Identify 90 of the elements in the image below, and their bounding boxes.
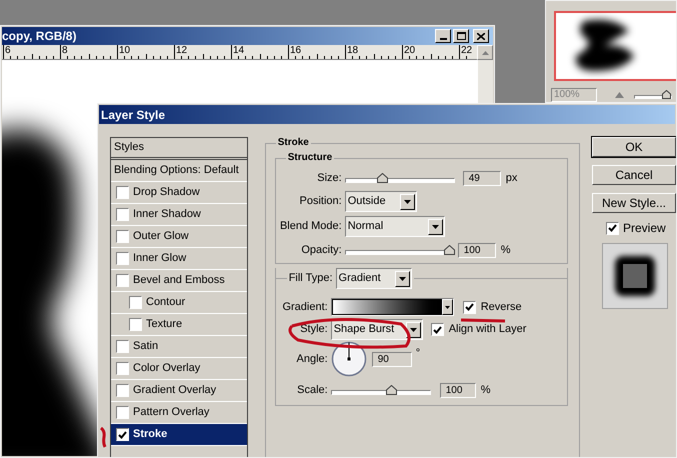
slider[interactable] <box>330 384 431 396</box>
field-label: Size: <box>316 170 343 186</box>
number-field[interactable]: 100 <box>440 382 476 398</box>
unit-label: % <box>500 242 510 258</box>
unit-label: px <box>506 170 518 186</box>
maximize-button[interactable] <box>453 29 469 43</box>
close-button[interactable] <box>473 29 489 43</box>
style-list-item[interactable]: Contour <box>111 292 247 314</box>
field-label: Gradient: <box>281 300 329 315</box>
window-title: copy, RGB/8) <box>2 28 76 45</box>
slider[interactable] <box>344 172 455 184</box>
checkbox-label: Reverse <box>480 300 522 315</box>
style-list-item[interactable]: Color Overlay <box>111 358 247 380</box>
field-label: Position: <box>298 194 343 210</box>
ruler-number: 14 <box>233 45 244 56</box>
ruler-number: 18 <box>347 45 358 56</box>
field-label: Scale: <box>296 382 329 398</box>
style-list-item[interactable]: Bevel and Emboss <box>111 270 247 292</box>
unit-label: ° <box>416 346 420 361</box>
number-field[interactable]: 90 <box>372 352 412 366</box>
checkbox-label: Align with Layer <box>448 322 526 338</box>
dropdown-arrow-icon <box>404 200 411 204</box>
checkbox[interactable] <box>430 323 444 336</box>
field-label: Angle: <box>296 352 329 367</box>
number-field[interactable]: 49 <box>462 170 501 186</box>
ruler-number: 12 <box>176 45 188 56</box>
dropdown-arrow-icon <box>444 306 450 308</box>
checkbox[interactable] <box>129 318 142 331</box>
dialog-button[interactable]: Cancel <box>592 165 676 185</box>
checkbox[interactable] <box>116 340 129 353</box>
dropdown[interactable]: Outside <box>344 191 417 212</box>
field-label: Blend Mode: <box>278 219 343 234</box>
dropdown-arrow-icon <box>432 224 439 228</box>
checkbox-label: Preview <box>623 220 666 237</box>
ruler-number: 8 <box>62 45 68 56</box>
style-list-item[interactable]: Stroke <box>111 424 247 446</box>
gradient-picker[interactable] <box>330 298 454 316</box>
slider[interactable] <box>344 244 455 256</box>
checkbox[interactable] <box>606 222 619 234</box>
checkbox[interactable] <box>116 186 129 199</box>
dropdown[interactable]: Gradient <box>336 268 412 289</box>
close-icon <box>477 32 485 40</box>
checkbox[interactable] <box>116 406 129 419</box>
angle-dial[interactable] <box>330 341 367 377</box>
unit-label: % <box>480 382 490 398</box>
style-list-item[interactable]: Inner Shadow <box>111 204 247 226</box>
dialog-title: Layer Style <box>100 106 166 124</box>
zoom-out-icon[interactable] <box>615 92 624 98</box>
dropdown-arrow-icon <box>398 276 406 280</box>
style-list-item[interactable]: Texture <box>111 314 247 336</box>
scroll-up-button[interactable] <box>477 45 493 60</box>
style-list-item[interactable]: Satin <box>111 336 247 358</box>
checkbox[interactable] <box>116 252 129 265</box>
annotation-underline <box>460 318 506 323</box>
field-label: Opacity: <box>300 242 343 258</box>
style-list-item[interactable]: Gradient Overlay <box>111 380 247 402</box>
slider-thumb[interactable] <box>377 172 388 182</box>
annotation-bracket <box>99 427 107 448</box>
dropdown[interactable]: Normal <box>344 216 445 237</box>
dialog-button[interactable]: New Style... <box>592 193 676 213</box>
checkbox[interactable] <box>116 230 129 243</box>
field-label: Style: <box>299 322 329 338</box>
slider-thumb[interactable] <box>662 90 671 99</box>
ruler-number: 10 <box>119 45 130 56</box>
style-list-item[interactable]: Inner Glow <box>111 248 247 270</box>
dialog-button[interactable]: OK <box>592 137 676 157</box>
minimize-button[interactable] <box>435 29 451 43</box>
zoom-slider[interactable] <box>634 90 672 100</box>
ruler-number: 16 <box>290 45 302 56</box>
preview-swatch <box>602 243 668 309</box>
checkbox[interactable] <box>462 300 476 314</box>
checkbox[interactable] <box>116 274 129 287</box>
checkbox[interactable] <box>116 208 129 221</box>
checkbox[interactable] <box>129 296 142 309</box>
slider-thumb[interactable] <box>444 244 455 254</box>
checkbox[interactable] <box>116 362 129 375</box>
ruler-number: 6 <box>5 45 11 56</box>
slider-thumb[interactable] <box>386 384 397 394</box>
style-list-item[interactable]: Styles <box>111 138 247 160</box>
field-label: Fill Type: <box>288 271 333 286</box>
checkbox[interactable] <box>116 384 129 397</box>
checkbox[interactable] <box>116 428 129 441</box>
number-field[interactable]: 100 <box>458 242 496 258</box>
style-list-item[interactable]: Drop Shadow <box>111 182 247 204</box>
ruler-number: 22 <box>461 45 472 56</box>
ruler-number: 20 <box>404 45 416 56</box>
style-list-item[interactable]: Blending Options: Default <box>111 160 247 182</box>
up-arrow-icon <box>482 50 488 54</box>
style-list-item[interactable]: Outer Glow <box>111 226 247 248</box>
dropdown-arrow-icon <box>410 328 417 332</box>
